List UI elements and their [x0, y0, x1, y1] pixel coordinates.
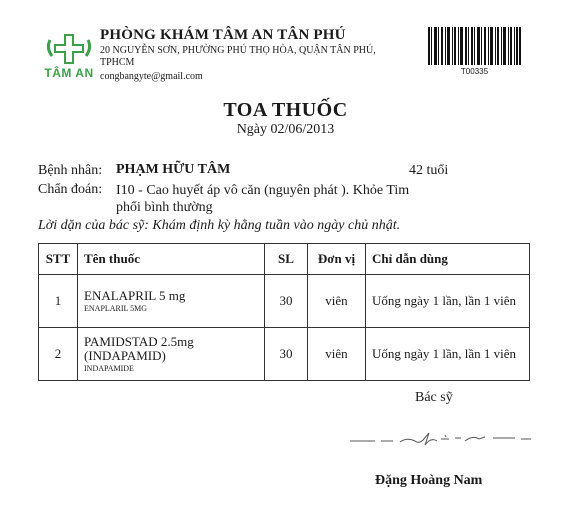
row-unit: viên: [307, 327, 366, 381]
row-qty: 30: [264, 274, 308, 328]
column-header: Đơn vị: [307, 243, 366, 275]
table-header-row: STT Tên thuốc SL Đơn vị Chỉ dẫn dùng: [38, 243, 530, 275]
clinic-logo-text: TÂM AN: [44, 66, 94, 80]
diagnosis-text: I10 - Cao huyết áp vô căn (nguyên phát )…: [116, 183, 410, 215]
doctor-signature: [350, 432, 531, 446]
doctor-role: Bác sỹ: [415, 390, 453, 405]
drug-name: ENALAPRIL 5 mg: [84, 287, 186, 303]
document-date: Ngày 02/06/2013: [236, 122, 335, 137]
patient-age: 42 tuổi: [409, 163, 449, 178]
prescription-table: STT Tên thuốc SL Đơn vị Chỉ dẫn dùng 1 E…: [38, 243, 530, 381]
table-row: 2 PAMIDSTAD 2.5mg (INDAPAMID) INDAPAMIDE…: [38, 327, 530, 381]
row-stt: 1: [38, 274, 78, 328]
diagnosis-label: Chẩn đoán:: [38, 182, 103, 197]
barcode: [428, 27, 521, 65]
patient-name: PHẠM HỮU TÂM: [116, 162, 231, 177]
row-instructions: Uống ngày 1 lần, lần 1 viên: [365, 327, 530, 381]
column-header: STT: [38, 243, 78, 275]
clinic-name: PHÒNG KHÁM TÂM AN TÂN PHÚ: [100, 27, 346, 43]
drug-generic: ENAPLARIL 5MG: [84, 303, 148, 313]
column-header: Chỉ dẫn dùng: [365, 243, 530, 275]
row-unit: viên: [307, 274, 366, 328]
row-qty: 30: [264, 327, 308, 381]
barcode-code: T00335: [460, 67, 489, 76]
drug-cell: ENALAPRIL 5 mg ENAPLARIL 5MG: [77, 274, 265, 328]
row-instructions: Uống ngày 1 lần, lần 1 viên: [365, 274, 530, 328]
doctor-advice: Lời dặn của bác sỹ: Khám định kỳ hằng tu…: [38, 218, 401, 233]
doctor-name: Đặng Hoàng Nam: [375, 473, 483, 488]
drug-cell: PAMIDSTAD 2.5mg (INDAPAMID) INDAPAMIDE: [77, 327, 265, 381]
drug-name: PAMIDSTAD 2.5mg (INDAPAMID): [84, 333, 194, 363]
table-row: 1 ENALAPRIL 5 mg ENAPLARIL 5MG 30 viên U…: [38, 274, 530, 328]
document-title: TOA THUỐC: [223, 99, 348, 121]
clinic-email: congbangyte@gmail.com: [100, 71, 203, 82]
drug-generic: INDAPAMIDE: [84, 363, 134, 373]
column-header: Tên thuốc: [77, 243, 265, 275]
column-header: SL: [264, 243, 308, 275]
patient-label: Bệnh nhân:: [38, 163, 103, 178]
row-stt: 2: [38, 327, 78, 381]
clinic-address: 20 NGUYỄN SƠN, PHƯỜNG PHÚ THỌ HÒA, QUẬN …: [100, 45, 376, 68]
